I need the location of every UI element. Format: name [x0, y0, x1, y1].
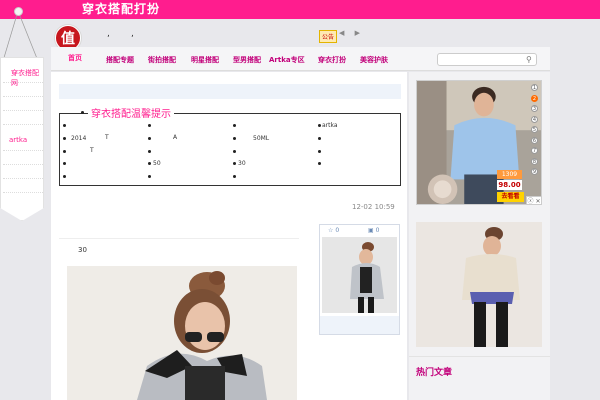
feature-link[interactable]: 30: [238, 160, 246, 167]
feature-link[interactable]: 2014: [71, 135, 86, 142]
breadcrumb-strip: [59, 84, 401, 99]
feature-box: [59, 113, 401, 186]
thumb-card-footer: [320, 316, 399, 334]
divider: [3, 150, 43, 151]
nav-item[interactable]: 型男搭配: [233, 55, 261, 65]
post-timestamp: 12-02 10:59: [352, 203, 395, 211]
ad-buy-button[interactable]: 去看看: [497, 192, 524, 202]
bullet: [318, 124, 321, 127]
bullet: [148, 124, 151, 127]
bullet: [63, 137, 66, 140]
pin-icon: [14, 7, 23, 16]
bullet: [318, 150, 321, 153]
notice-badge: 公告: [319, 30, 338, 43]
like-count[interactable]: ☆ 0: [328, 227, 339, 234]
bullet: [63, 124, 66, 127]
bullet: [63, 162, 66, 165]
nav-item[interactable]: 搭配专题: [106, 55, 134, 65]
ad-banner-photo[interactable]: [416, 80, 542, 205]
bullet: [233, 150, 236, 153]
feature-link[interactable]: 50ML: [253, 135, 269, 142]
feature-link[interactable]: artka: [322, 122, 338, 129]
thumb-photo[interactable]: [322, 237, 397, 313]
bullet: [233, 175, 236, 178]
ad-dot[interactable]: 3: [531, 105, 538, 112]
notice-arrows-icon[interactable]: ◀ ▶: [339, 29, 364, 37]
divider: [3, 82, 43, 83]
star-icon: ☆: [328, 227, 334, 234]
separator-dot: ,: [107, 29, 110, 39]
ad-dot[interactable]: 8: [531, 157, 538, 165]
bullet: [318, 137, 321, 140]
divider: [3, 124, 43, 125]
bullet: [148, 162, 151, 165]
ad-dot[interactable]: 7: [531, 147, 538, 154]
divider: [3, 110, 43, 111]
nav-item[interactable]: 明星搭配: [191, 55, 219, 65]
ad-dot[interactable]: 9: [531, 168, 538, 175]
sidebar-section-title[interactable]: 热门文章: [416, 365, 452, 378]
feature-link[interactable]: 50: [153, 160, 161, 167]
feature-link[interactable]: T: [90, 147, 94, 154]
post-number: 30: [78, 246, 87, 254]
ad-dot[interactable]: 6: [531, 136, 538, 144]
bullet: [233, 124, 236, 127]
nav-item[interactable]: 美容护肤: [360, 55, 388, 65]
ad-dot[interactable]: 1: [531, 84, 538, 91]
bullet: [233, 162, 236, 165]
comment-icon: ▣: [368, 227, 374, 234]
bullet: [63, 150, 66, 153]
divider: [3, 192, 43, 193]
side-tag-item[interactable]: artka: [9, 136, 27, 144]
bullet: [148, 137, 151, 140]
search-input[interactable]: [437, 53, 537, 66]
feature-box-title[interactable]: 穿衣搭配温馨提示: [88, 105, 174, 120]
fashion-photo[interactable]: [67, 266, 297, 400]
divider: [409, 356, 550, 357]
feature-link[interactable]: A: [173, 134, 177, 141]
bullet: [318, 162, 321, 165]
ad-dot-active[interactable]: 2: [531, 94, 538, 102]
site-title[interactable]: 穿衣搭配打扮: [82, 2, 160, 17]
nav-item[interactable]: 街拍搭配: [148, 55, 176, 65]
sidebar-fashion-photo[interactable]: [416, 222, 542, 347]
nav-item-home[interactable]: 首页: [68, 53, 82, 63]
search-icon[interactable]: ⚲: [526, 55, 535, 64]
divider: [3, 178, 43, 179]
ad-dot[interactable]: 5: [531, 126, 538, 133]
ad-carousel-dots: 1 2 3 4 5 6 7 8 9: [531, 84, 539, 179]
bullet: [233, 137, 236, 140]
feature-link[interactable]: T: [105, 134, 109, 141]
like-value: 0: [335, 227, 340, 234]
comment-value: 0: [375, 227, 380, 234]
separator-dot: ,: [131, 29, 134, 39]
ad-sale-price: 98.00: [497, 180, 522, 190]
side-tag-item[interactable]: 穿衣搭配网: [11, 68, 43, 88]
bullet: [148, 175, 151, 178]
bullet: [148, 150, 151, 153]
nav-item[interactable]: 穿衣打扮: [318, 55, 346, 65]
bullet: [81, 111, 84, 114]
divider: [3, 96, 43, 97]
ad-original-price: 1309: [497, 170, 522, 179]
divider: [3, 164, 43, 165]
ad-dot[interactable]: 4: [531, 115, 538, 123]
comment-count[interactable]: ▣ 0: [368, 227, 379, 234]
side-tag: 穿衣搭配网 artka: [0, 57, 44, 221]
ad-close-icon[interactable]: ⓧ ✕: [526, 196, 542, 205]
bullet: [63, 175, 66, 178]
nav-item[interactable]: Artka专区: [269, 55, 305, 65]
